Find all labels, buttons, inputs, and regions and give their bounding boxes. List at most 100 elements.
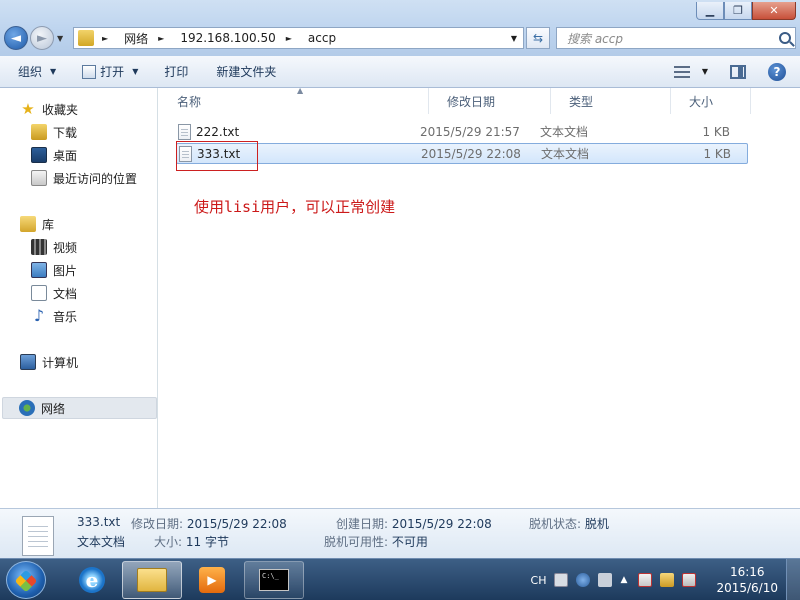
sidebar-item-pictures[interactable]: 图片 xyxy=(31,260,77,280)
file-size: 1 KB xyxy=(703,146,731,161)
breadcrumb-folder[interactable]: accp xyxy=(308,31,336,45)
network-tray-icon[interactable] xyxy=(660,573,675,587)
show-desktop-button[interactable] xyxy=(786,559,800,600)
settings-tray-icon[interactable] xyxy=(598,573,613,587)
sidebar-item-downloads[interactable]: 下载 xyxy=(31,122,77,142)
sidebar-item-favorites[interactable]: ★ 收藏夹 xyxy=(20,99,78,119)
column-header-type[interactable]: 类型 xyxy=(551,88,671,114)
file-row-selected[interactable]: 333.txt 2015/5/29 22:08 文本文档 1 KB xyxy=(176,143,748,164)
command-bar: 组织 ▼ 打开 ▼ 打印 新建文件夹 ▼ ? xyxy=(0,56,800,88)
sidebar-item-libraries[interactable]: 库 xyxy=(20,214,54,234)
file-type: 文本文档 xyxy=(540,125,589,139)
address-dropdown[interactable]: ▼ xyxy=(511,34,517,43)
details-filename: 333.txt xyxy=(77,515,121,529)
details-label: 修改日期: xyxy=(131,517,184,531)
taskbar-media-player[interactable]: ▶ xyxy=(182,561,242,599)
navigation-pane: ★ 收藏夹 下载 桌面 最近访问的位置 库 视频 图片 文档 ♪ 音乐 计算机 … xyxy=(0,88,158,508)
details-created: 创建日期: 2015/5/29 22:08 xyxy=(336,515,492,532)
breadcrumb-network[interactable]: 网络 ► xyxy=(124,30,172,47)
breadcrumb-host[interactable]: 192.168.100.50 ► xyxy=(180,31,300,45)
help-tray-icon[interactable] xyxy=(576,573,591,587)
file-date: 2015/5/29 21:57 xyxy=(420,124,520,139)
title-bar: ▁ ❐ ✕ ◄ ► ▼ ► 网络 ► 192.168.100.50 ► accp ▼… xyxy=(0,0,800,56)
open-icon xyxy=(82,64,97,79)
open-label: 打开 xyxy=(100,65,125,79)
taskbar-explorer[interactable] xyxy=(122,561,182,599)
column-header-size[interactable]: 大小 xyxy=(671,88,751,114)
refresh-icon: ⇆ xyxy=(532,31,544,45)
documents-icon xyxy=(31,285,47,301)
recent-pages-dropdown[interactable]: ▼ xyxy=(57,34,63,43)
file-list: 名称 ▲ 修改日期 类型 大小 222.txt 2015/5/29 21:57 … xyxy=(159,86,800,508)
music-note-icon: ♪ xyxy=(33,306,45,325)
sidebar-item-label: 文档 xyxy=(53,286,78,301)
sidebar-item-documents[interactable]: 文档 xyxy=(31,283,77,303)
details-value: 不可用 xyxy=(391,535,428,549)
file-row[interactable]: 222.txt 2015/5/29 21:57 文本文档 1 KB xyxy=(176,121,748,142)
sidebar-item-label: 视频 xyxy=(53,240,78,255)
sidebar-item-label: 图片 xyxy=(53,263,78,278)
network-folder-icon xyxy=(78,30,94,46)
column-header-label: 修改日期 xyxy=(447,94,496,109)
new-folder-button[interactable]: 新建文件夹 xyxy=(198,58,286,86)
taskbar-internet-explorer[interactable]: e xyxy=(62,561,122,599)
close-button[interactable]: ✕ xyxy=(752,2,796,20)
open-button[interactable]: 打开 ▼ xyxy=(66,58,148,86)
file-type: 文本文档 xyxy=(541,147,590,161)
breadcrumb-separator[interactable]: ► xyxy=(102,34,116,43)
downloads-folder-icon xyxy=(31,124,47,140)
organize-button[interactable]: 组织 ▼ xyxy=(0,58,66,86)
language-indicator[interactable]: CH xyxy=(531,574,547,587)
view-icon[interactable] xyxy=(673,65,690,78)
back-button[interactable]: ◄ xyxy=(4,26,28,50)
volume-icon[interactable] xyxy=(682,573,697,587)
refresh-button[interactable]: ⇆ xyxy=(526,27,550,49)
pictures-icon xyxy=(31,262,47,278)
action-center-icon[interactable] xyxy=(638,573,653,587)
print-button[interactable]: 打印 xyxy=(148,58,198,86)
search-input[interactable]: 搜索 accp xyxy=(556,27,796,49)
column-header-name[interactable]: 名称 ▲ xyxy=(159,86,429,114)
clock[interactable]: 16:16 2015/6/10 xyxy=(716,564,778,596)
sidebar-item-label: 网络 xyxy=(41,401,66,416)
search-icon[interactable] xyxy=(779,32,791,44)
column-header-date[interactable]: 修改日期 xyxy=(429,88,551,114)
sidebar-item-recent[interactable]: 最近访问的位置 xyxy=(31,168,137,188)
details-label: 脱机状态: xyxy=(529,517,582,531)
search-placeholder: 搜索 accp xyxy=(567,31,623,46)
column-header-label: 类型 xyxy=(569,94,594,109)
video-icon xyxy=(31,239,47,255)
details-size: 大小: 11 字节 xyxy=(154,533,229,550)
print-label: 打印 xyxy=(164,65,189,79)
preview-pane-icon[interactable] xyxy=(730,64,746,79)
sidebar-item-videos[interactable]: 视频 xyxy=(31,237,77,257)
system-tray: CH ▲ 16:16 2015/6/10 xyxy=(531,559,800,600)
sidebar-item-music[interactable]: ♪ 音乐 xyxy=(31,306,77,326)
sidebar-item-desktop[interactable]: 桌面 xyxy=(31,145,77,165)
sidebar-item-label: 桌面 xyxy=(53,148,78,163)
start-button[interactable] xyxy=(6,561,46,599)
details-label: 脱机可用性: xyxy=(324,535,389,549)
view-dropdown-icon[interactable]: ▼ xyxy=(702,67,708,76)
sidebar-item-label: 收藏夹 xyxy=(42,102,79,117)
minimize-button[interactable]: ▁ xyxy=(696,2,724,20)
libraries-icon xyxy=(20,216,36,232)
star-icon: ★ xyxy=(21,100,35,118)
details-filetype: 文本文档 xyxy=(77,535,126,549)
details-label: 创建日期: xyxy=(336,517,389,531)
help-icon[interactable]: ? xyxy=(768,62,786,81)
maximize-button[interactable]: ❐ xyxy=(724,2,752,20)
taskbar-command-prompt[interactable]: C:\_ xyxy=(244,561,304,599)
navigation-buttons: ◄ ► ▼ xyxy=(4,26,63,50)
command-prompt-icon: C:\_ xyxy=(259,569,289,591)
address-bar[interactable]: ► 网络 ► 192.168.100.50 ► accp ▼ xyxy=(73,27,524,49)
new-folder-label: 新建文件夹 xyxy=(216,65,277,79)
sidebar-item-computer[interactable]: 计算机 xyxy=(20,352,78,372)
file-date: 2015/5/29 22:08 xyxy=(421,146,521,161)
sidebar-item-network[interactable]: 网络 xyxy=(2,397,157,419)
details-offline-availability: 脱机可用性: 不可用 xyxy=(324,533,428,550)
forward-button[interactable]: ► xyxy=(30,26,54,50)
internet-explorer-icon: e xyxy=(79,567,105,593)
show-hidden-icons[interactable]: ▲ xyxy=(620,573,630,587)
keyboard-icon[interactable] xyxy=(554,573,569,587)
